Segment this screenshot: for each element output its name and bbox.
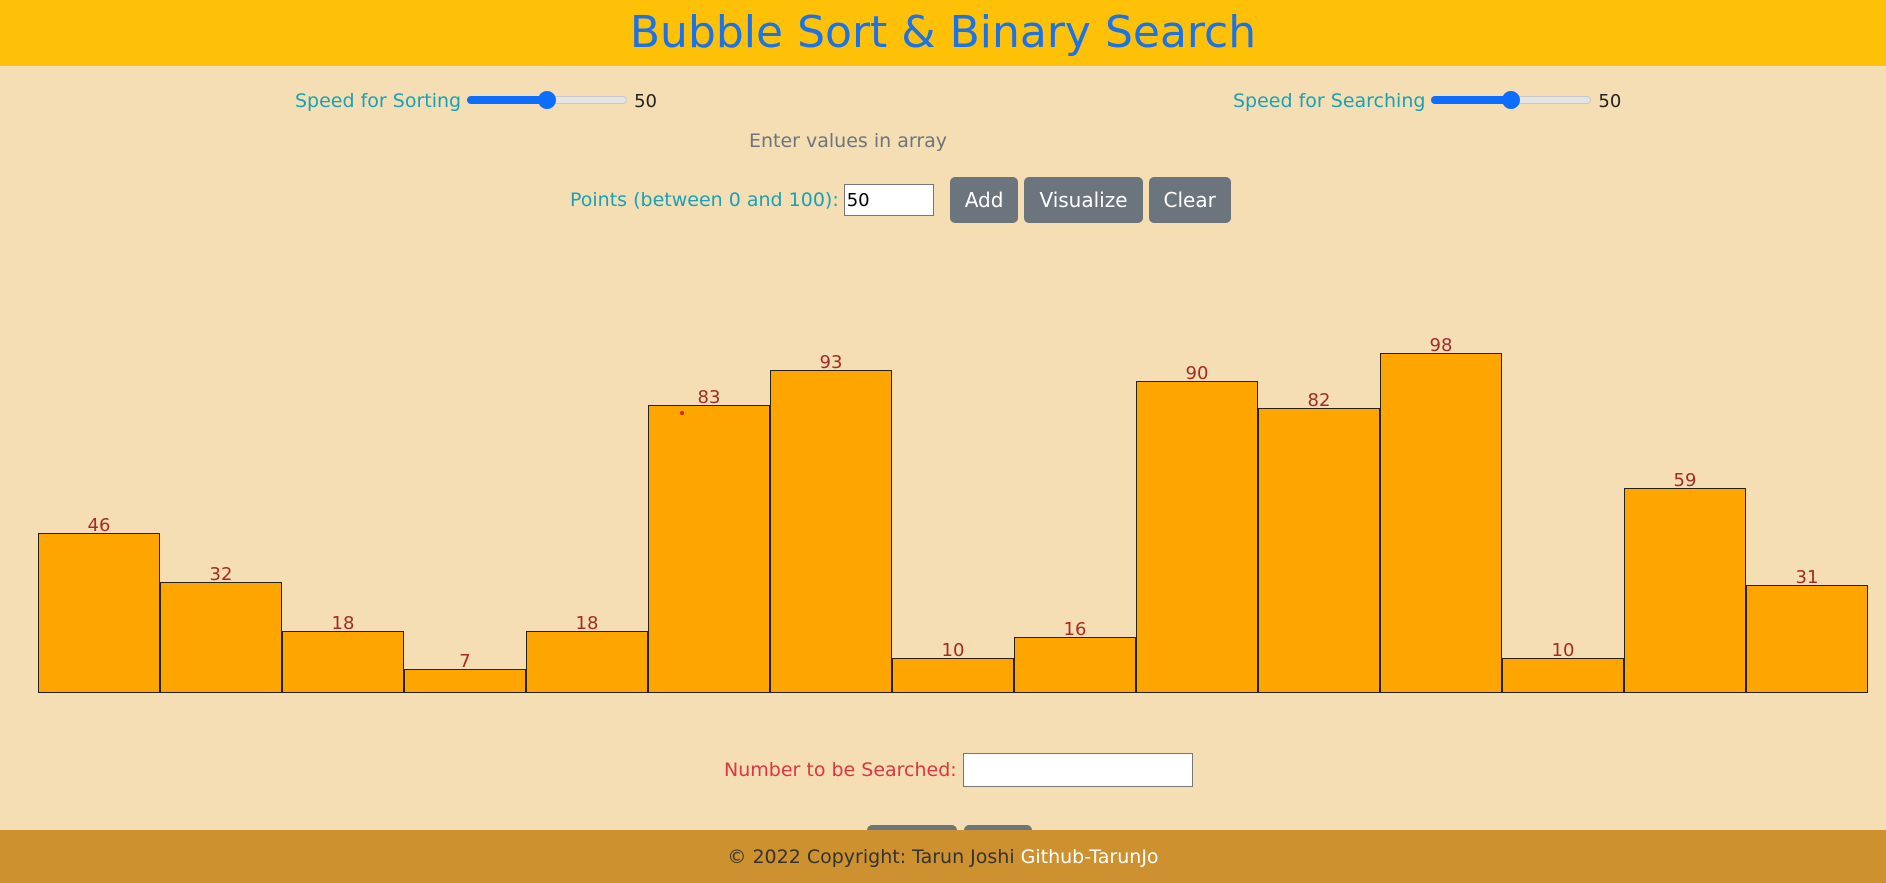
- bar: [648, 404, 770, 693]
- bar-value-label: 7: [459, 650, 471, 672]
- bar-value-label: 10: [1551, 640, 1575, 662]
- bar-value-label: 83: [697, 386, 721, 408]
- bar: [1014, 637, 1136, 693]
- bar: [38, 533, 160, 693]
- bar-value-label: 59: [1673, 470, 1697, 492]
- footer: © 2022 Copyright: Tarun Joshi Github-Tar…: [0, 830, 1886, 883]
- bar-value-label: 46: [87, 515, 111, 537]
- bar: [1746, 585, 1868, 693]
- bar: [1502, 658, 1624, 693]
- bar: [1258, 408, 1380, 693]
- bar-value-label: 18: [575, 612, 599, 634]
- github-link[interactable]: Github-TarunJo: [1021, 846, 1159, 868]
- pointer-dot: [680, 411, 684, 415]
- bar: [1136, 380, 1258, 693]
- bar: [1624, 488, 1746, 693]
- search-label: Number to be Searched:: [724, 759, 957, 781]
- bar: [1380, 352, 1502, 693]
- bar-value-label: 16: [1063, 619, 1087, 641]
- bar: [282, 630, 404, 693]
- bar-value-label: 10: [941, 640, 965, 662]
- bar-value-label: 82: [1307, 390, 1331, 412]
- bar-value-label: 93: [819, 352, 843, 374]
- search-form: Number to be Searched:: [724, 752, 1193, 788]
- bar: [404, 668, 526, 693]
- bar: [770, 370, 892, 693]
- bar: [892, 658, 1014, 693]
- search-input[interactable]: [962, 753, 1193, 787]
- bar-value-label: 32: [209, 563, 233, 585]
- bar-value-label: 18: [331, 612, 355, 634]
- array-bar-chart: 46 32 18 7 18 83 93 10 16 90 82 98 10 59 31: [0, 0, 1886, 720]
- bar: [526, 630, 648, 693]
- bar: [160, 581, 282, 693]
- bar-value-label: 90: [1185, 362, 1209, 384]
- footer-copyright: © 2022 Copyright: Tarun Joshi: [727, 845, 1015, 868]
- bar-value-label: 31: [1795, 567, 1819, 589]
- bar-value-label: 98: [1429, 334, 1453, 356]
